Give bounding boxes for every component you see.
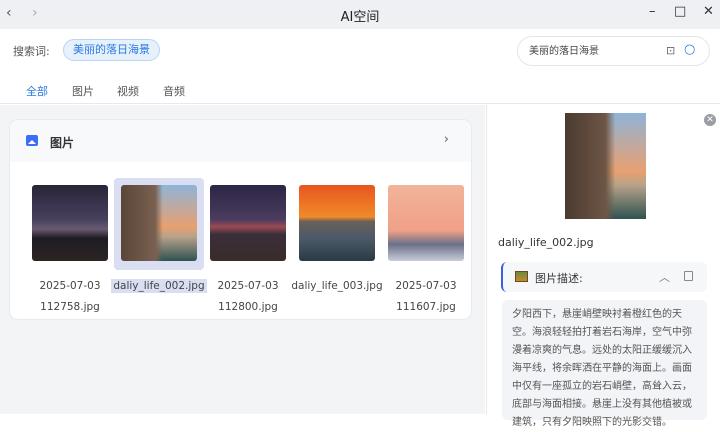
results-pane: 图片 › 2025-07-03 112758.jpg daliy_life_002… <box>0 105 485 414</box>
close-window-button[interactable]: ✕ <box>703 4 714 19</box>
thumbnail <box>388 185 464 261</box>
maximize-button[interactable]: □ <box>674 4 686 19</box>
search-term-label: 搜索词: <box>13 45 50 58</box>
detail-filename: daliy_life_002.jpg <box>498 236 594 249</box>
tab-bar: 全部 图片 视频 音频 <box>0 71 720 108</box>
tab-videos[interactable]: 视频 <box>117 83 139 99</box>
search-box[interactable]: ⊡ ○ <box>517 36 710 66</box>
item-caption: 2025-07-03 <box>395 280 457 292</box>
item-caption: 111607.jpg <box>396 301 456 313</box>
tab-audio[interactable]: 音频 <box>163 83 185 99</box>
thumbnail <box>210 185 286 261</box>
description-header: 图片描述: ︿ <box>501 262 707 292</box>
minimize-button[interactable]: – <box>649 4 656 19</box>
search-icon[interactable]: ○ <box>684 42 695 57</box>
camera-icon[interactable]: ⊡ <box>666 44 675 57</box>
thumbnail <box>32 185 108 261</box>
title-bar: ‹ › AI空间 – □ ✕ <box>0 0 720 29</box>
section-header[interactable]: 图片 › <box>10 120 471 162</box>
image-icon <box>26 135 38 146</box>
section-title: 图片 <box>50 136 75 150</box>
window-title: AI空间 <box>340 10 380 25</box>
thumbnail <box>299 185 375 261</box>
image-preview <box>565 113 646 219</box>
search-row: 搜索词: 美丽的落日海景 ⊡ ○ <box>0 29 720 71</box>
search-term-chip[interactable]: 美丽的落日海景 <box>63 39 160 61</box>
thumbnail <box>121 185 197 261</box>
chevron-up-icon[interactable]: ︿ <box>659 269 670 285</box>
tab-images[interactable]: 图片 <box>72 83 94 99</box>
description-title: 图片描述: <box>535 272 583 285</box>
description-text: 夕阳西下，悬崖峭壁映衬着橙红色的天空。海浪轻轻拍打着岩石海岸，空气中弥漫着凉爽的… <box>502 300 707 428</box>
detail-pane: ✕ daliy_life_002.jpg 图片描述: ︿ 夕阳西下，悬崖峭壁映衬… <box>486 105 720 428</box>
chevron-right-icon[interactable]: › <box>444 132 449 147</box>
item-caption: 112800.jpg <box>218 301 278 313</box>
copy-icon[interactable] <box>684 271 693 281</box>
close-icon[interactable]: ✕ <box>704 114 716 126</box>
images-section-card: 图片 › 2025-07-03 112758.jpg daliy_life_002… <box>9 119 472 320</box>
tab-all[interactable]: 全部 <box>26 83 48 108</box>
picture-icon <box>515 271 528 282</box>
item-caption: 112758.jpg <box>40 301 100 313</box>
search-input[interactable] <box>529 44 659 55</box>
